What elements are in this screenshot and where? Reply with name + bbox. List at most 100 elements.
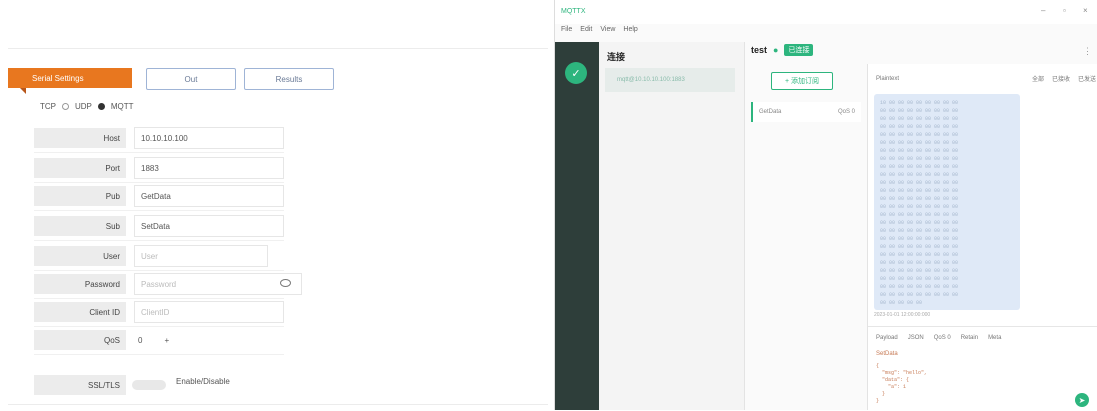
sub-label: Sub — [34, 216, 126, 236]
status-badge: 已连接 — [784, 44, 814, 56]
radio-mqtt-label[interactable]: MQTT — [111, 102, 134, 111]
pub-label: Pub — [34, 186, 126, 206]
results-tab-button[interactable]: Results — [244, 68, 334, 90]
left-settings-panel: Serial Settings Out Results TCP UDP MQTT… — [0, 0, 548, 410]
connections-title: 连接 — [607, 52, 626, 62]
client-id-label: Client ID — [34, 302, 126, 322]
ssl-label: SSL/TLS — [34, 375, 126, 395]
divider — [8, 404, 548, 405]
payload-type-select[interactable]: Plaintext — [876, 76, 899, 82]
radio-mqtt[interactable] — [97, 102, 105, 110]
message-line: 00 00 00 00 00 00 00 00 00 — [880, 156, 959, 162]
out-tab-label: Out — [184, 74, 198, 84]
messages-area: Plaintext 全部 已接收 已发送 10 00 00 00 00 00 0… — [867, 64, 1097, 411]
payload-qos-select[interactable]: QoS 0 — [934, 335, 951, 341]
user-label: User — [34, 246, 126, 266]
maximize-icon[interactable]: ▫ — [1063, 6, 1066, 15]
message-line: 00 00 00 00 00 00 00 00 00 — [880, 236, 959, 242]
subscription-topic: GetData — [759, 109, 782, 115]
password-field[interactable]: Password — [134, 273, 302, 295]
connection-status-dot: ● — [773, 45, 779, 55]
message-line: 00 00 00 00 00 00 00 00 00 — [880, 140, 959, 146]
divider — [34, 152, 284, 153]
radio-tcp-label[interactable]: TCP — [40, 102, 56, 111]
client-id-field[interactable]: ClientID — [134, 301, 284, 323]
payload-format-select[interactable]: JSON — [908, 335, 924, 341]
message-line: 00 00 00 00 00 00 00 00 00 — [880, 244, 959, 250]
settings-tab-button[interactable]: Serial Settings — [8, 68, 132, 94]
protocol-radio-group: TCP UDP MQTT — [40, 99, 134, 113]
message-line: 00 00 00 00 00 00 00 00 00 — [880, 132, 959, 138]
connection-item[interactable]: mqtt@10.10.10.100:1883 — [605, 68, 735, 92]
filter-all[interactable]: 全部 — [1032, 74, 1044, 83]
pub-field[interactable]: GetData — [134, 185, 284, 207]
subscription-item[interactable]: GetData QoS 0 — [751, 102, 861, 122]
retain-checkbox[interactable]: Retain — [961, 335, 978, 341]
filter-received[interactable]: 已接收 — [1052, 74, 1070, 83]
message-line: 10 00 00 00 00 00 00 00 00 — [880, 100, 959, 106]
message-line: 00 00 00 00 00 00 00 00 00 — [880, 180, 959, 186]
send-icon[interactable]: ➤ — [1075, 393, 1089, 407]
publish-toolbar: Payload JSON QoS 0 Retain Meta — [876, 335, 1001, 341]
message-line: 00 00 00 00 00 00 00 00 00 — [880, 116, 959, 122]
divider — [34, 270, 284, 271]
menu-edit[interactable]: Edit — [580, 26, 592, 38]
mqttx-window: MQTTX – ▫ × File Edit View Help ✓ 连接 mqt… — [554, 0, 1097, 411]
settings-tab-label: Serial Settings — [32, 73, 84, 83]
message-line: 00 00 00 00 00 00 00 00 00 — [880, 292, 959, 298]
filter-sent[interactable]: 已发送 — [1078, 74, 1096, 83]
menu-bar: File Edit View Help — [561, 26, 638, 38]
connections-panel: 连接 mqtt@10.10.10.100:1883 — [599, 42, 745, 410]
subscription-qos: QoS 0 — [837, 109, 855, 115]
connection-name: test — [751, 45, 768, 55]
message-line: 00 00 00 00 00 00 00 00 00 — [880, 212, 959, 218]
divider — [34, 182, 284, 183]
divider — [34, 326, 284, 327]
eye-icon[interactable] — [280, 279, 291, 287]
messages-toolbar: Plaintext 全部 已接收 已发送 — [876, 74, 1096, 84]
message-line: 00 00 00 00 00 00 00 00 00 — [880, 228, 959, 234]
port-label: Port — [34, 158, 126, 178]
divider — [8, 48, 548, 49]
qos-stepper[interactable]: 0 + — [134, 329, 198, 351]
publish-topic[interactable]: SetData — [876, 351, 898, 357]
menu-help[interactable]: Help — [623, 26, 637, 38]
more-icon[interactable]: ⋮ — [1083, 46, 1092, 57]
results-tab-label: Results — [275, 74, 303, 84]
password-placeholder: Password — [141, 279, 177, 289]
tab-fold-corner — [20, 88, 26, 94]
message-line: 00 00 00 00 00 00 00 00 00 — [880, 220, 959, 226]
host-field[interactable]: 10.10.10.100 — [134, 127, 284, 149]
radio-udp[interactable] — [62, 102, 69, 110]
port-field[interactable]: 1883 — [134, 157, 284, 179]
sub-field[interactable]: SetData — [134, 215, 284, 237]
title-bar: MQTTX – ▫ × — [555, 0, 1097, 24]
message-line: 00 00 00 00 00 00 00 00 00 — [880, 172, 959, 178]
message-line: 00 00 00 00 00 00 00 00 00 — [880, 284, 959, 290]
minimize-icon[interactable]: – — [1041, 6, 1045, 15]
message-line: 00 00 00 00 00 00 00 00 00 — [880, 148, 959, 154]
plus-icon[interactable]: + — [164, 336, 169, 345]
message-line: 00 00 00 00 00 00 00 00 00 — [880, 124, 959, 130]
payload-editor[interactable]: { "msg": "hello", "data": { "a": 1 } } — [876, 363, 927, 405]
message-line: 00 00 00 00 00 — [880, 300, 923, 306]
publish-panel: Payload JSON QoS 0 Retain Meta SetData {… — [868, 326, 1097, 411]
app-logo-icon[interactable]: ✓ — [565, 62, 587, 84]
connection-header: test ● 已连接 — [751, 44, 814, 56]
out-tab-button[interactable]: Out — [146, 68, 236, 90]
message-line: 00 00 00 00 00 00 00 00 00 — [880, 268, 959, 274]
radio-udp-label[interactable]: UDP — [75, 102, 92, 111]
divider — [34, 354, 284, 355]
message-line: 00 00 00 00 00 00 00 00 00 — [880, 252, 959, 258]
message-line: 00 00 00 00 00 00 00 00 00 — [880, 188, 959, 194]
ssl-toggle[interactable] — [132, 380, 166, 390]
qos-label: QoS — [34, 330, 126, 350]
received-message-bubble[interactable]: 10 00 00 00 00 00 00 00 00 00 00 00 00 00… — [874, 94, 1020, 310]
message-line: 00 00 00 00 00 00 00 00 00 — [880, 260, 959, 266]
menu-view[interactable]: View — [600, 26, 615, 38]
menu-file[interactable]: File — [561, 26, 572, 38]
user-field[interactable]: User — [134, 245, 268, 267]
close-icon[interactable]: × — [1083, 6, 1088, 15]
meta-button[interactable]: Meta — [988, 335, 1001, 341]
new-subscription-button[interactable]: + 添加订阅 — [771, 72, 833, 90]
